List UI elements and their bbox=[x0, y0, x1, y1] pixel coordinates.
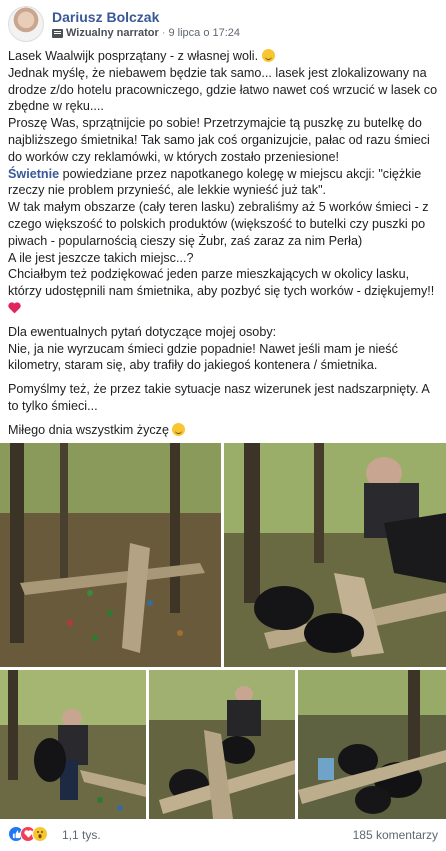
reaction-count[interactable]: 1,1 tys. bbox=[62, 828, 101, 842]
smile-emoji-icon bbox=[172, 422, 186, 436]
text-line: Jednak myślę, że niebawem będzie tak sam… bbox=[8, 65, 438, 114]
post-footer: 1,1 tys. 185 komentarzy bbox=[8, 826, 438, 846]
post-meta: Wizualny narrator · 9 lipca o 17:24 bbox=[52, 27, 240, 39]
paragraph-1: Lasek Waalwijk posprzątany - z własnej w… bbox=[8, 48, 440, 317]
paragraph-2: Dla ewentualnych pytań dotyczące mojej o… bbox=[8, 324, 440, 374]
text-line: Miłego dnia wszystkim życzę bbox=[8, 422, 173, 437]
text-line: Nie, ja nie wyrzucam śmieci gdzie popadn… bbox=[8, 341, 398, 373]
flag-icon bbox=[52, 28, 63, 38]
avatar[interactable] bbox=[8, 6, 44, 42]
text-line: A ile jest jeszcze takich miejsc...? bbox=[8, 250, 194, 265]
text-line: Dla ewentualnych pytań dotyczące mojej o… bbox=[8, 324, 277, 339]
photo-collected-bags[interactable] bbox=[298, 670, 446, 819]
heart-emoji-icon bbox=[8, 302, 21, 314]
smile-emoji-icon bbox=[261, 49, 275, 62]
paragraph-3: Pomyślmy też, że przez takie sytuacje na… bbox=[8, 382, 430, 413]
text-line: Lasek Waalwijk posprzątany - z własnej w… bbox=[8, 49, 262, 63]
paragraph-4: Miłego dnia wszystkim życzę bbox=[8, 422, 440, 439]
text-line: Chciałbym też podziękować jeden parze mi… bbox=[8, 267, 435, 299]
wow-icon[interactable] bbox=[32, 826, 48, 842]
text-line: W tak małym obszarze (cały teren lasku) … bbox=[8, 200, 429, 248]
text-line: powiedziane przez napotkanego kolegę w m… bbox=[8, 166, 422, 198]
text-line: Proszę Was, sprzątnijcie po sobie! Przet… bbox=[8, 116, 430, 164]
photo-man-with-bag[interactable] bbox=[0, 670, 146, 819]
hashtag-link[interactable]: Świetnie bbox=[8, 167, 59, 181]
separator-dot: · bbox=[161, 27, 166, 39]
post-date[interactable]: 9 lipca o 17:24 bbox=[168, 27, 240, 39]
photo-forest-litter[interactable] bbox=[0, 443, 221, 667]
post-header: Dariusz Bolczak Wizualny narrator · 9 li… bbox=[8, 6, 438, 42]
post-text: Lasek Waalwijk posprzątany - z własnej w… bbox=[8, 48, 440, 446]
photo-grid bbox=[0, 443, 446, 819]
comments-count[interactable]: 185 komentarzy bbox=[353, 828, 438, 842]
photo-bags-and-logs[interactable] bbox=[149, 670, 295, 819]
author-name[interactable]: Dariusz Bolczak bbox=[52, 9, 159, 25]
narrator-badge[interactable]: Wizualny narrator bbox=[66, 27, 159, 39]
reaction-icons[interactable] bbox=[8, 826, 48, 842]
photo-man-collecting[interactable] bbox=[224, 443, 446, 667]
